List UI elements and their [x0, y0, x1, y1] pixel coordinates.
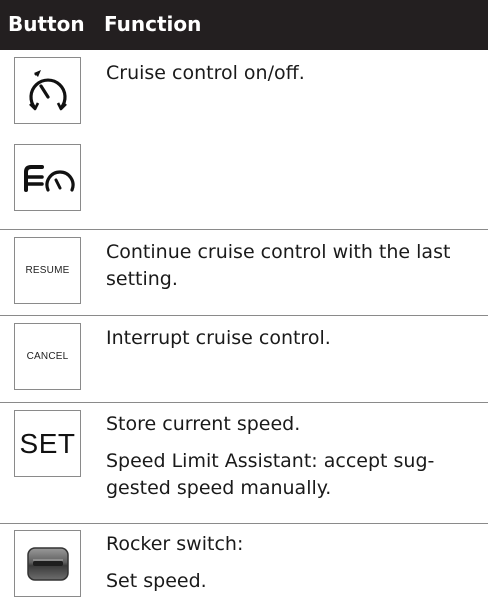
- function-line: Speed Limit Assistant: accept sug-gested…: [106, 450, 435, 499]
- rocker-switch-icon: [26, 546, 69, 581]
- table-header: Button Function: [0, 0, 488, 50]
- rocker-switch-button[interactable]: [14, 530, 81, 597]
- cancel-button-label: CANCEL: [26, 351, 69, 362]
- row-divider: [0, 523, 488, 524]
- function-line: Interrupt cruise control.: [106, 327, 331, 349]
- resume-button[interactable]: RESUME: [14, 237, 81, 304]
- function-line: Store current speed.: [106, 413, 301, 435]
- function-line: Set speed.: [106, 570, 207, 592]
- function-cancel: Interrupt cruise control.: [106, 325, 478, 352]
- row-divider: [0, 315, 488, 316]
- cancel-button[interactable]: CANCEL: [14, 323, 81, 390]
- distance-cruise-button[interactable]: [14, 144, 81, 211]
- function-rocker-switch: Rocker switch: Set speed.: [106, 531, 478, 595]
- function-line: Cruise control on/off.: [106, 62, 305, 84]
- set-button-label: SET: [19, 427, 76, 459]
- function-line: Rocker switch:: [106, 533, 244, 555]
- function-line: Continue cruise control with the last se…: [106, 241, 451, 290]
- row-divider: [0, 229, 488, 230]
- distance-cruise-icon: [23, 164, 75, 192]
- function-resume: Continue cruise control with the last se…: [106, 239, 478, 293]
- row-divider: [0, 402, 488, 403]
- cruise-control-button[interactable]: [14, 57, 81, 124]
- header-button-column: Button: [8, 12, 85, 36]
- resume-button-label: RESUME: [25, 265, 70, 276]
- function-set: Store current speed. Speed Limit Assista…: [106, 411, 478, 502]
- header-function-column: Function: [104, 12, 202, 36]
- function-cruise-on-off: Cruise control on/off.: [106, 60, 478, 87]
- set-button[interactable]: SET: [14, 410, 81, 477]
- cruise-control-icon: [28, 69, 67, 110]
